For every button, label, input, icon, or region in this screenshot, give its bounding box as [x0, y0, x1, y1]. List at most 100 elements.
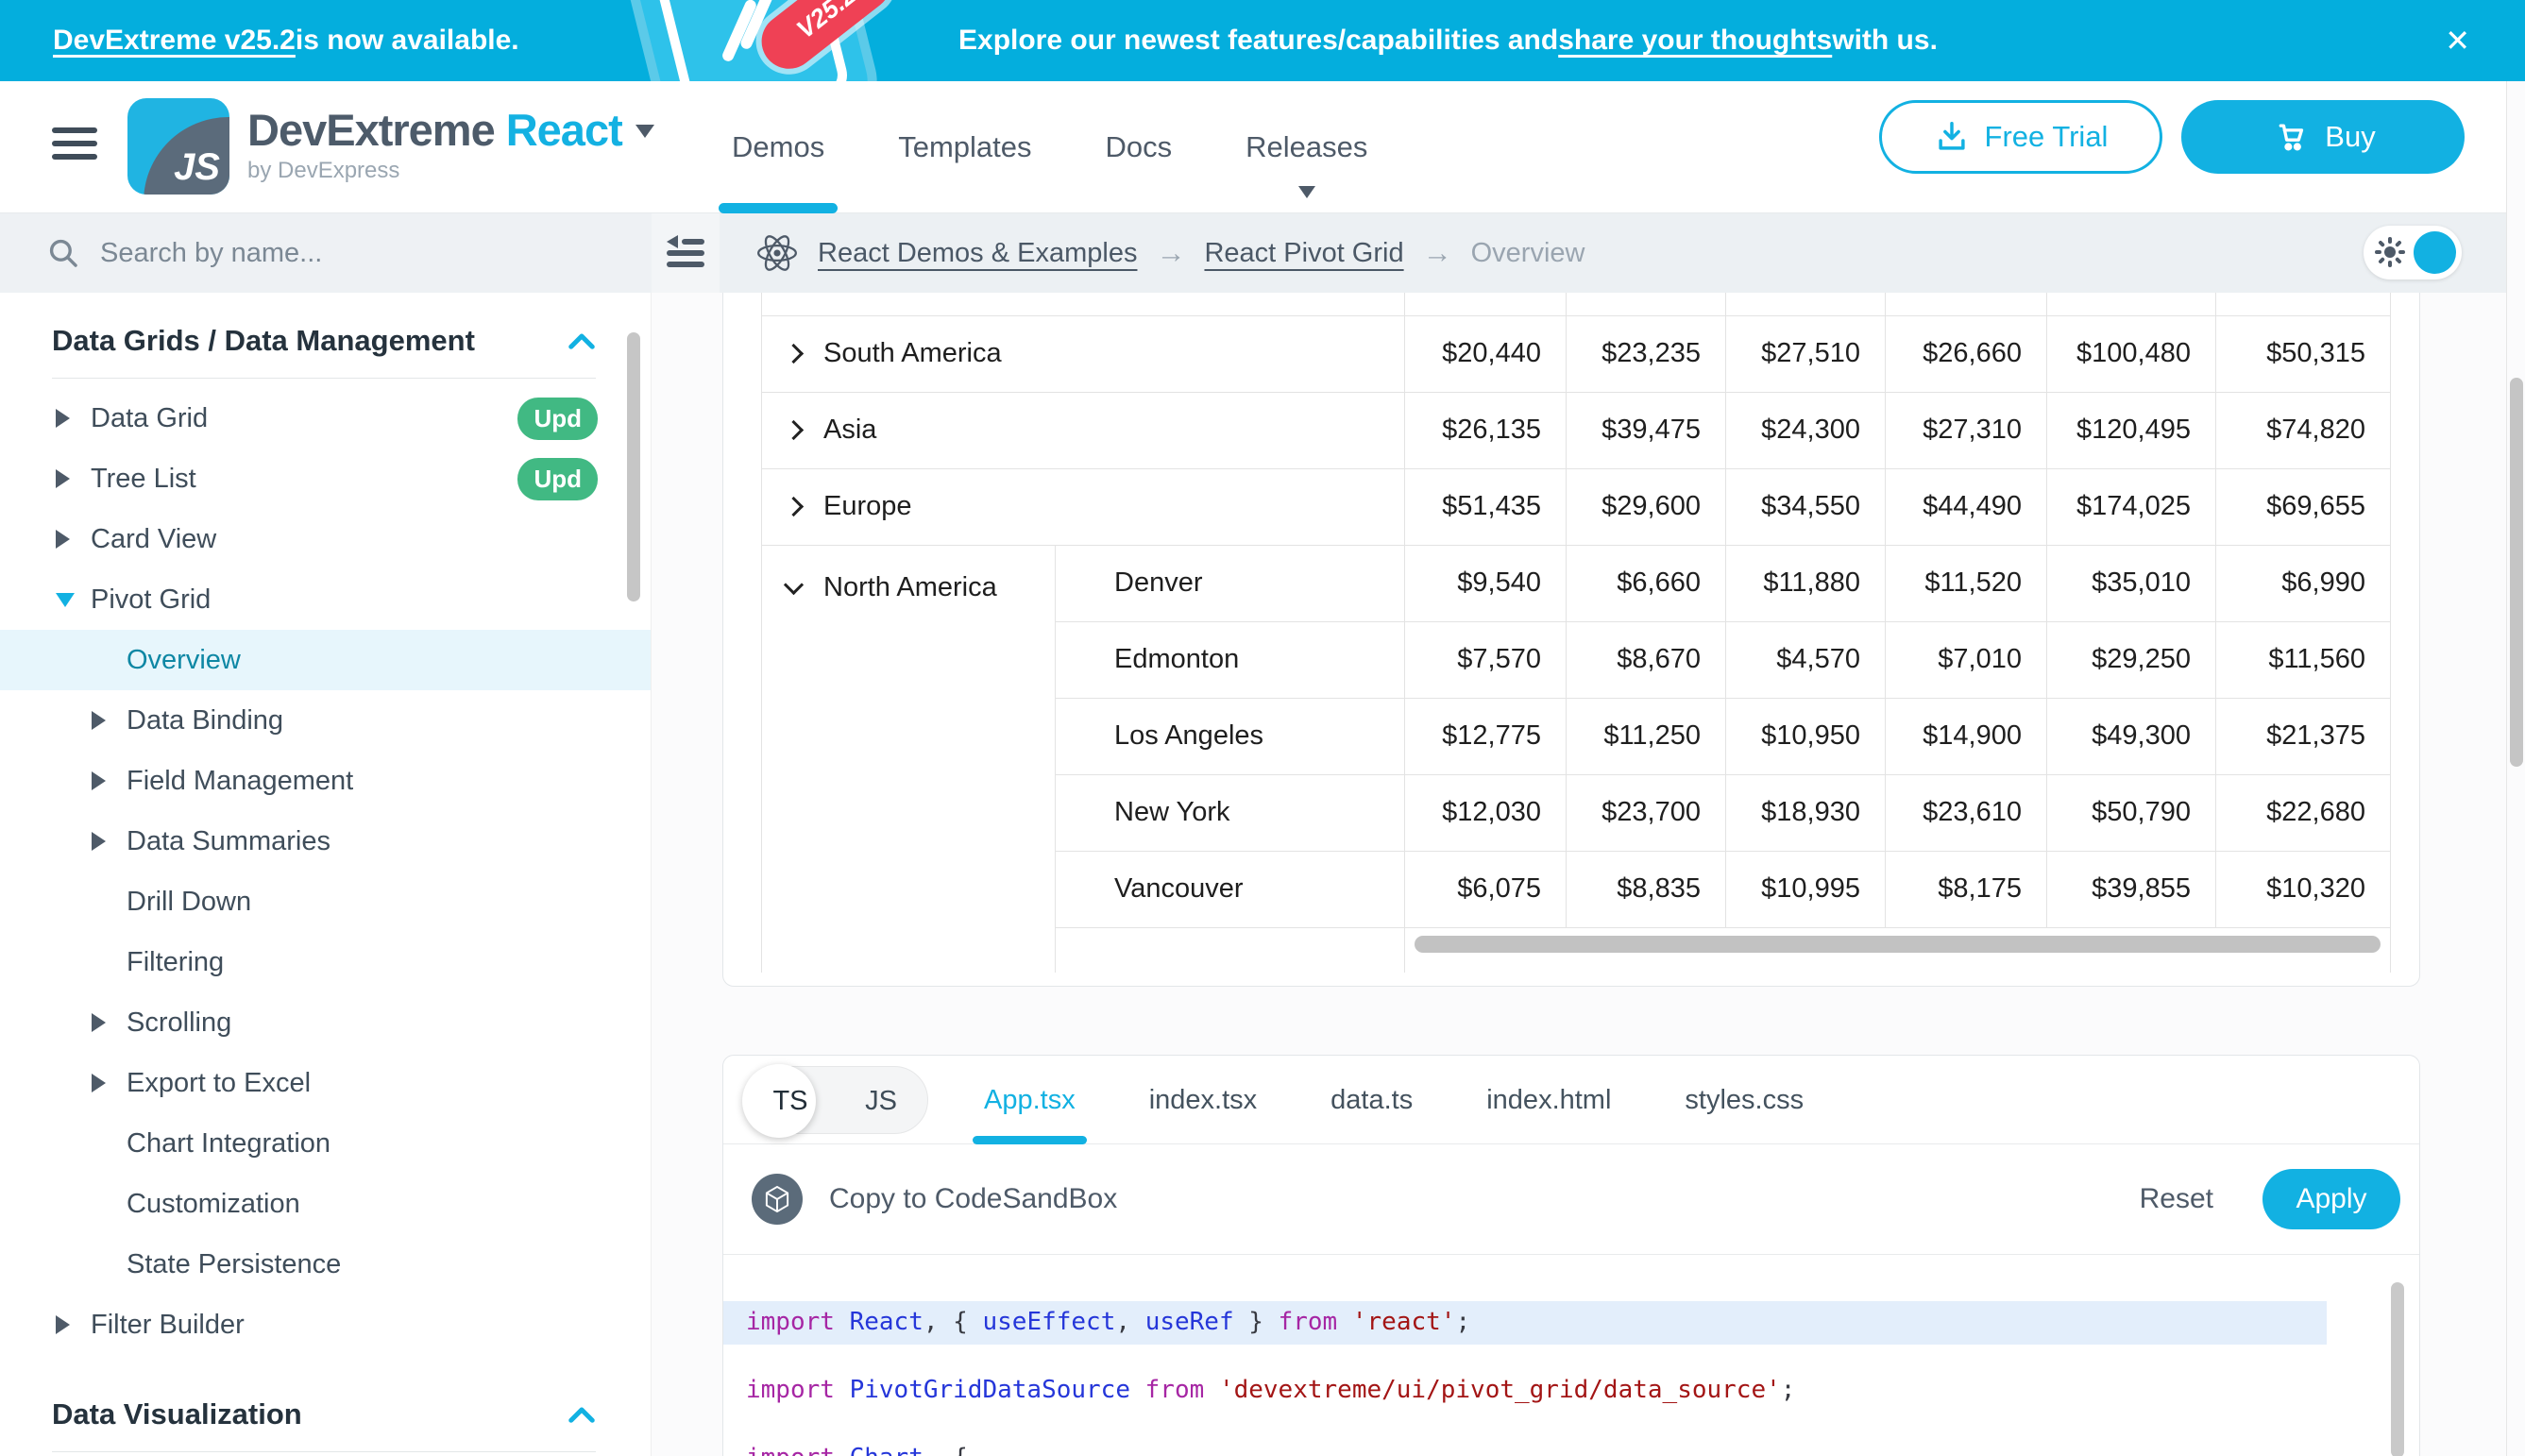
pivot-row-header[interactable]: Asia: [762, 392, 1405, 468]
reset-button[interactable]: Reset: [2140, 1183, 2213, 1215]
pivot-value-cell: [1726, 293, 1886, 315]
sidebar-item-filter-builder[interactable]: Filter Builder: [0, 1295, 651, 1355]
lang-option-ts[interactable]: TS: [744, 1067, 837, 1135]
breadcrumb-pivot-grid-link[interactable]: React Pivot Grid: [1204, 238, 1403, 269]
banner-close-icon[interactable]: ✕: [2445, 0, 2470, 81]
hamburger-menu-icon[interactable]: [52, 127, 97, 165]
sidebar-item-label: Data Summaries: [127, 826, 330, 857]
collapsed-arrow-icon: [56, 409, 78, 428]
pivot-value-cell: $51,435: [1405, 468, 1567, 545]
language-toggle[interactable]: TS JS: [743, 1066, 928, 1134]
pivot-value-cell: $24,300: [1726, 392, 1886, 468]
sidebar-item-data-binding[interactable]: Data Binding: [0, 690, 651, 751]
expand-row-icon[interactable]: [784, 497, 804, 516]
sidebar-search: [0, 213, 652, 293]
sidebar-item-field-management[interactable]: Field Management: [0, 751, 651, 811]
nav-item-templates[interactable]: Templates: [898, 81, 1031, 213]
pivot-row-south-america: South America$20,440$23,235$27,510$26,66…: [762, 315, 2391, 392]
code-scrollbar[interactable]: [2391, 1282, 2404, 1456]
nav-item-releases[interactable]: Releases: [1246, 81, 1367, 213]
theme-toggle[interactable]: [2364, 226, 2462, 279]
sidebar-item-pivot-grid[interactable]: Pivot Grid: [0, 569, 651, 630]
pivot-hscroll-thumb[interactable]: [1415, 936, 2381, 953]
page-scrollbar-thumb[interactable]: [2510, 378, 2523, 767]
pivot-value-cell: $39,475: [1567, 392, 1726, 468]
code-line: import PivotGridDataSource from 'devextr…: [723, 1356, 2419, 1424]
sidebar-item-data-summaries[interactable]: Data Summaries: [0, 811, 651, 872]
sidebar-item-export-to-excel[interactable]: Export to Excel: [0, 1053, 651, 1113]
copy-to-codesandbox-button[interactable]: Copy to CodeSandBox: [752, 1174, 1117, 1225]
pivot-empty-cell: [1056, 927, 1405, 973]
upd-badge: Upd: [517, 398, 598, 440]
sidebar-item-drill-down[interactable]: Drill Down: [0, 872, 651, 932]
sidebar-item-customization[interactable]: Customization: [0, 1174, 651, 1234]
promo-banner: DevExtreme v25.2 is now available. V25.2…: [0, 0, 2525, 81]
pivot-value-cell: $34,550: [1726, 468, 1886, 545]
pivot-value-cell: $6,075: [1405, 851, 1567, 927]
pivot-row-header-group[interactable]: North America: [762, 545, 1056, 973]
pivot-value-cell: $6,990: [2216, 545, 2391, 621]
brand[interactable]: DevExtremeReact by DevExpress: [247, 104, 654, 184]
pivot-hscroll-track[interactable]: [1405, 927, 2391, 973]
collapse-sidebar-icon[interactable]: [663, 232, 708, 274]
tab-index-tsx[interactable]: index.tsx: [1144, 1056, 1262, 1144]
sidebar-scrollbar[interactable]: [627, 332, 640, 601]
nav-item-docs[interactable]: Docs: [1106, 81, 1173, 213]
expand-row-icon[interactable]: [784, 344, 804, 364]
sidebar-item-filtering[interactable]: Filtering: [0, 932, 651, 992]
breadcrumb: React Demos & Examples → React Pivot Gri…: [720, 213, 2506, 293]
pivot-row-europe: Europe$51,435$29,600$34,550$44,490$174,0…: [762, 468, 2391, 545]
code-token: ,: [1115, 1308, 1144, 1336]
apply-button[interactable]: Apply: [2262, 1169, 2400, 1229]
tab-app-tsx[interactable]: App.tsx: [978, 1056, 1081, 1144]
sidebar-item-label: Card View: [91, 524, 216, 555]
pivot-value-cell: $23,700: [1567, 774, 1726, 851]
sidebar-item-scrolling[interactable]: Scrolling: [0, 992, 651, 1053]
sidebar-item-data-grid[interactable]: Data GridUpd: [0, 388, 651, 449]
collapse-row-icon[interactable]: [784, 574, 804, 594]
free-trial-button[interactable]: Free Trial: [1879, 100, 2162, 174]
sidebar-item-card-view[interactable]: Card View: [0, 509, 651, 569]
banner-release-link[interactable]: DevExtreme v25.2: [53, 25, 296, 57]
theme-toggle-knob[interactable]: [2414, 231, 2456, 274]
platform-dropdown-caret-icon[interactable]: [635, 125, 654, 138]
codesandbox-icon: [752, 1174, 803, 1225]
code-token: useRef: [1145, 1308, 1234, 1336]
lang-option-js[interactable]: JS: [835, 1067, 927, 1135]
sidebar-section-data-grids[interactable]: Data Grids / Data Management: [0, 304, 651, 378]
share-thoughts-link[interactable]: share your thoughts: [1558, 25, 1832, 57]
collapsed-arrow-icon: [92, 711, 114, 730]
breadcrumb-demos-link[interactable]: React Demos & Examples: [818, 238, 1137, 269]
pivot-value-cell: $11,880: [1726, 545, 1886, 621]
collapsed-arrow-icon: [56, 469, 78, 488]
nav-dropdown-caret-icon: [1298, 186, 1315, 198]
expand-row-icon[interactable]: [784, 420, 804, 440]
logo-js-label: JS: [174, 146, 220, 189]
tab-data-ts[interactable]: data.ts: [1325, 1056, 1418, 1144]
nav-item-demos[interactable]: Demos: [732, 81, 824, 213]
sidebar-item-chart-integration[interactable]: Chart Integration: [0, 1113, 651, 1174]
pivot-city-cell: Denver: [1056, 545, 1405, 621]
breadcrumb-arrow-icon: →: [1423, 236, 1452, 270]
sidebar-item-label: Overview: [127, 645, 241, 676]
search-input[interactable]: [100, 238, 516, 269]
sidebar-item-state-persistence[interactable]: State Persistence: [0, 1234, 651, 1295]
pivot-row-header[interactable]: South America: [762, 315, 1405, 392]
page-scrollbar[interactable]: [2506, 81, 2525, 1456]
buy-button[interactable]: Buy: [2181, 100, 2465, 174]
pivot-row-denver: North AmericaDenver$9,540$6,660$11,880$1…: [762, 545, 2391, 621]
pivot-value-cell: $74,820: [2216, 392, 2391, 468]
buy-label: Buy: [2325, 120, 2375, 154]
tab-styles-css[interactable]: styles.css: [1679, 1056, 1809, 1144]
code-token: , {: [924, 1308, 983, 1336]
sidebar-item-tree-list[interactable]: Tree ListUpd: [0, 449, 651, 509]
pivot-row-header[interactable]: Europe: [762, 468, 1405, 545]
sidebar-fold-zone: [652, 213, 720, 293]
sidebar-section-data-visualization[interactable]: Data Visualization: [0, 1378, 651, 1451]
devextreme-js-logo[interactable]: JS: [127, 98, 229, 195]
sidebar-item-overview[interactable]: Overview: [0, 630, 651, 690]
tab-index-html[interactable]: index.html: [1481, 1056, 1617, 1144]
breadcrumb-current: Overview: [1471, 238, 1585, 269]
sidebar-item-label: Data Binding: [127, 705, 283, 736]
pivot-value-cell: $26,135: [1405, 392, 1567, 468]
